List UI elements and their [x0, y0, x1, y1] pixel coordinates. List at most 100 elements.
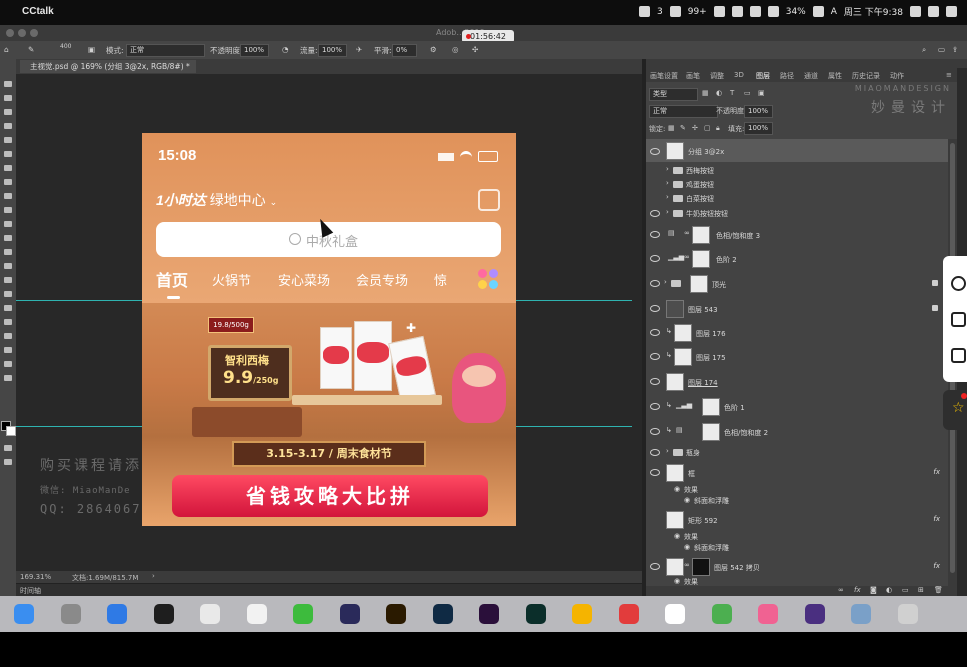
- layer-row[interactable]: ▁▃▅ ∞ 色阶 2: [646, 247, 948, 269]
- smoothing-field[interactable]: 0%: [392, 44, 417, 57]
- filter-smart-icon[interactable]: ▣: [758, 89, 765, 97]
- layer-row[interactable]: 图层 543: [646, 297, 948, 319]
- visibility-eye-icon[interactable]: [650, 148, 660, 155]
- trash-dock-icon[interactable]: [897, 604, 918, 624]
- lock-artboard-icon[interactable]: ▢: [704, 124, 711, 132]
- timeline-label[interactable]: 时间轴: [20, 586, 41, 596]
- share-icon[interactable]: [951, 276, 966, 291]
- download-icon[interactable]: [951, 312, 966, 327]
- effects-row[interactable]: ◉ 效果: [646, 576, 948, 586]
- layer-row[interactable]: › 顶光: [646, 272, 948, 294]
- blend-mode-select[interactable]: 正常: [649, 105, 718, 118]
- home-icon[interactable]: ⌂: [4, 45, 9, 54]
- visibility-eye-icon[interactable]: [650, 255, 660, 262]
- crop-tool-icon[interactable]: [4, 137, 12, 143]
- layer-name[interactable]: 色阶 2: [716, 255, 737, 265]
- tab-paths[interactable]: 路径: [780, 71, 794, 81]
- share-icon[interactable]: ⇪: [952, 45, 958, 54]
- visibility-eye-icon[interactable]: [650, 353, 660, 360]
- layer-name[interactable]: 牛奶按钮按钮: [686, 209, 728, 219]
- effect-item-row[interactable]: ◉ 斜面和浮雕: [646, 494, 948, 506]
- layer-row[interactable]: 矩形 592 fx: [646, 508, 948, 530]
- notification-center-icon[interactable]: [946, 6, 957, 17]
- marquee-tool-icon[interactable]: [4, 95, 12, 101]
- active-app-name[interactable]: CCtalk: [22, 6, 54, 17]
- chevron-right-icon[interactable]: ›: [152, 572, 155, 580]
- mobile-design-document[interactable]: 15:08 1小时达 绿地中心 ⌄ 中秋礼盒 首页 火锅节 安心菜场 会员专场 …: [142, 133, 516, 526]
- lock-transparent-icon[interactable]: ▦: [668, 124, 675, 132]
- filter-type-icon[interactable]: T: [730, 89, 734, 97]
- eye-icon[interactable]: ◉: [674, 577, 680, 585]
- tab-brushes[interactable]: 画笔: [686, 71, 700, 81]
- chevron-right-icon[interactable]: ›: [664, 278, 667, 286]
- filter-shape-icon[interactable]: ▭: [744, 89, 751, 97]
- itunes-dock-icon[interactable]: [758, 604, 778, 624]
- visibility-eye-icon[interactable]: [650, 428, 660, 435]
- blur-tool-icon[interactable]: [4, 263, 12, 269]
- gradient-tool-icon[interactable]: [4, 249, 12, 255]
- visibility-eye-icon[interactable]: [650, 280, 660, 287]
- tab-adjustments[interactable]: 调整: [710, 71, 724, 81]
- finder-dock-icon[interactable]: [14, 604, 34, 624]
- scan-icon[interactable]: [478, 189, 500, 211]
- layer-name[interactable]: 框: [688, 469, 695, 479]
- visibility-eye-icon[interactable]: [650, 305, 660, 312]
- sketch-dock-icon[interactable]: [572, 604, 592, 624]
- zoom-window-button[interactable]: [30, 29, 38, 37]
- delete-layer-icon[interactable]: 🗑︎: [934, 586, 943, 594]
- layer-row[interactable]: ↳ 图层 175: [646, 345, 948, 367]
- location-selector[interactable]: 1小时达 绿地中心 ⌄: [156, 190, 277, 210]
- layer-row[interactable]: ▤ ∞ 色相/饱和度 3: [646, 223, 948, 245]
- layer-name[interactable]: 色相/饱和度 3: [716, 231, 760, 241]
- visibility-eye-icon[interactable]: [650, 449, 660, 456]
- history-brush-tool-icon[interactable]: [4, 221, 12, 227]
- layer-name[interactable]: 分组 3@2x: [688, 147, 724, 157]
- visibility-eye-icon[interactable]: [650, 231, 660, 238]
- layer-row[interactable]: › 瓶身: [646, 444, 948, 460]
- star-icon[interactable]: ☆: [952, 400, 965, 416]
- airbrush-icon[interactable]: ✈: [356, 45, 362, 54]
- layer-filter-kind-select[interactable]: 类型: [649, 88, 698, 101]
- workspace-icon[interactable]: ▭: [938, 45, 945, 54]
- pen-tool-icon[interactable]: [4, 291, 12, 297]
- chevron-right-icon[interactable]: ›: [666, 179, 669, 187]
- opacity-field[interactable]: 100%: [240, 44, 269, 57]
- hand-tool-icon[interactable]: [4, 347, 12, 353]
- chevron-right-icon[interactable]: ›: [666, 447, 669, 455]
- input-method[interactable]: A: [831, 7, 837, 17]
- send-icon[interactable]: [731, 6, 743, 17]
- wechat-dock-icon[interactable]: [293, 604, 313, 624]
- tab-channels[interactable]: 通道: [804, 71, 818, 81]
- symmetry-icon[interactable]: ✣: [472, 45, 478, 54]
- fx-badge[interactable]: fx: [933, 562, 940, 570]
- layer-name[interactable]: 色相/饱和度 2: [724, 428, 768, 438]
- visibility-eye-icon[interactable]: [650, 563, 660, 570]
- layer-name[interactable]: 图层 176: [696, 329, 726, 339]
- badge-count[interactable]: 3: [657, 7, 663, 17]
- document-tab[interactable]: 主视觉.psd @ 169% (分组 3@2x, RGB/8#) *: [20, 60, 196, 73]
- effect-item-row[interactable]: ◉ 斜面和浮雕: [646, 541, 948, 553]
- tab-3d[interactable]: 3D: [734, 71, 744, 79]
- filter-pixel-icon[interactable]: ▦: [702, 89, 709, 97]
- document-size[interactable]: 文档:1.69M/815.7M: [72, 573, 138, 583]
- layer-row[interactable]: › 西梅按钮: [646, 163, 948, 177]
- layer-name[interactable]: 图层 175: [696, 353, 726, 363]
- brush-tool-icon[interactable]: ✎: [28, 45, 34, 54]
- battery-percent[interactable]: 34%: [786, 7, 806, 17]
- filter-adjust-icon[interactable]: ◐: [716, 89, 722, 97]
- eye-icon[interactable]: ◉: [684, 496, 690, 504]
- brush-panel-toggle-icon[interactable]: ▣: [88, 45, 95, 54]
- eye-icon[interactable]: ◉: [674, 485, 680, 493]
- stamp-tool-icon[interactable]: [4, 207, 12, 213]
- photos-dock-icon[interactable]: [246, 604, 267, 624]
- info-icon[interactable]: [713, 6, 725, 17]
- adjustment-layer-icon[interactable]: ◐: [886, 586, 892, 594]
- tab-member[interactable]: 会员专场: [356, 270, 408, 289]
- search-icon[interactable]: ⌕: [922, 45, 926, 55]
- wechat-icon[interactable]: [669, 6, 681, 17]
- lasso-tool-icon[interactable]: [4, 109, 12, 115]
- pressure-opacity-icon[interactable]: ◔: [282, 45, 289, 54]
- layer-row[interactable]: 框 fx: [646, 461, 948, 483]
- numbers-dock-icon[interactable]: [711, 604, 732, 624]
- new-layer-icon[interactable]: ⊞: [918, 586, 924, 594]
